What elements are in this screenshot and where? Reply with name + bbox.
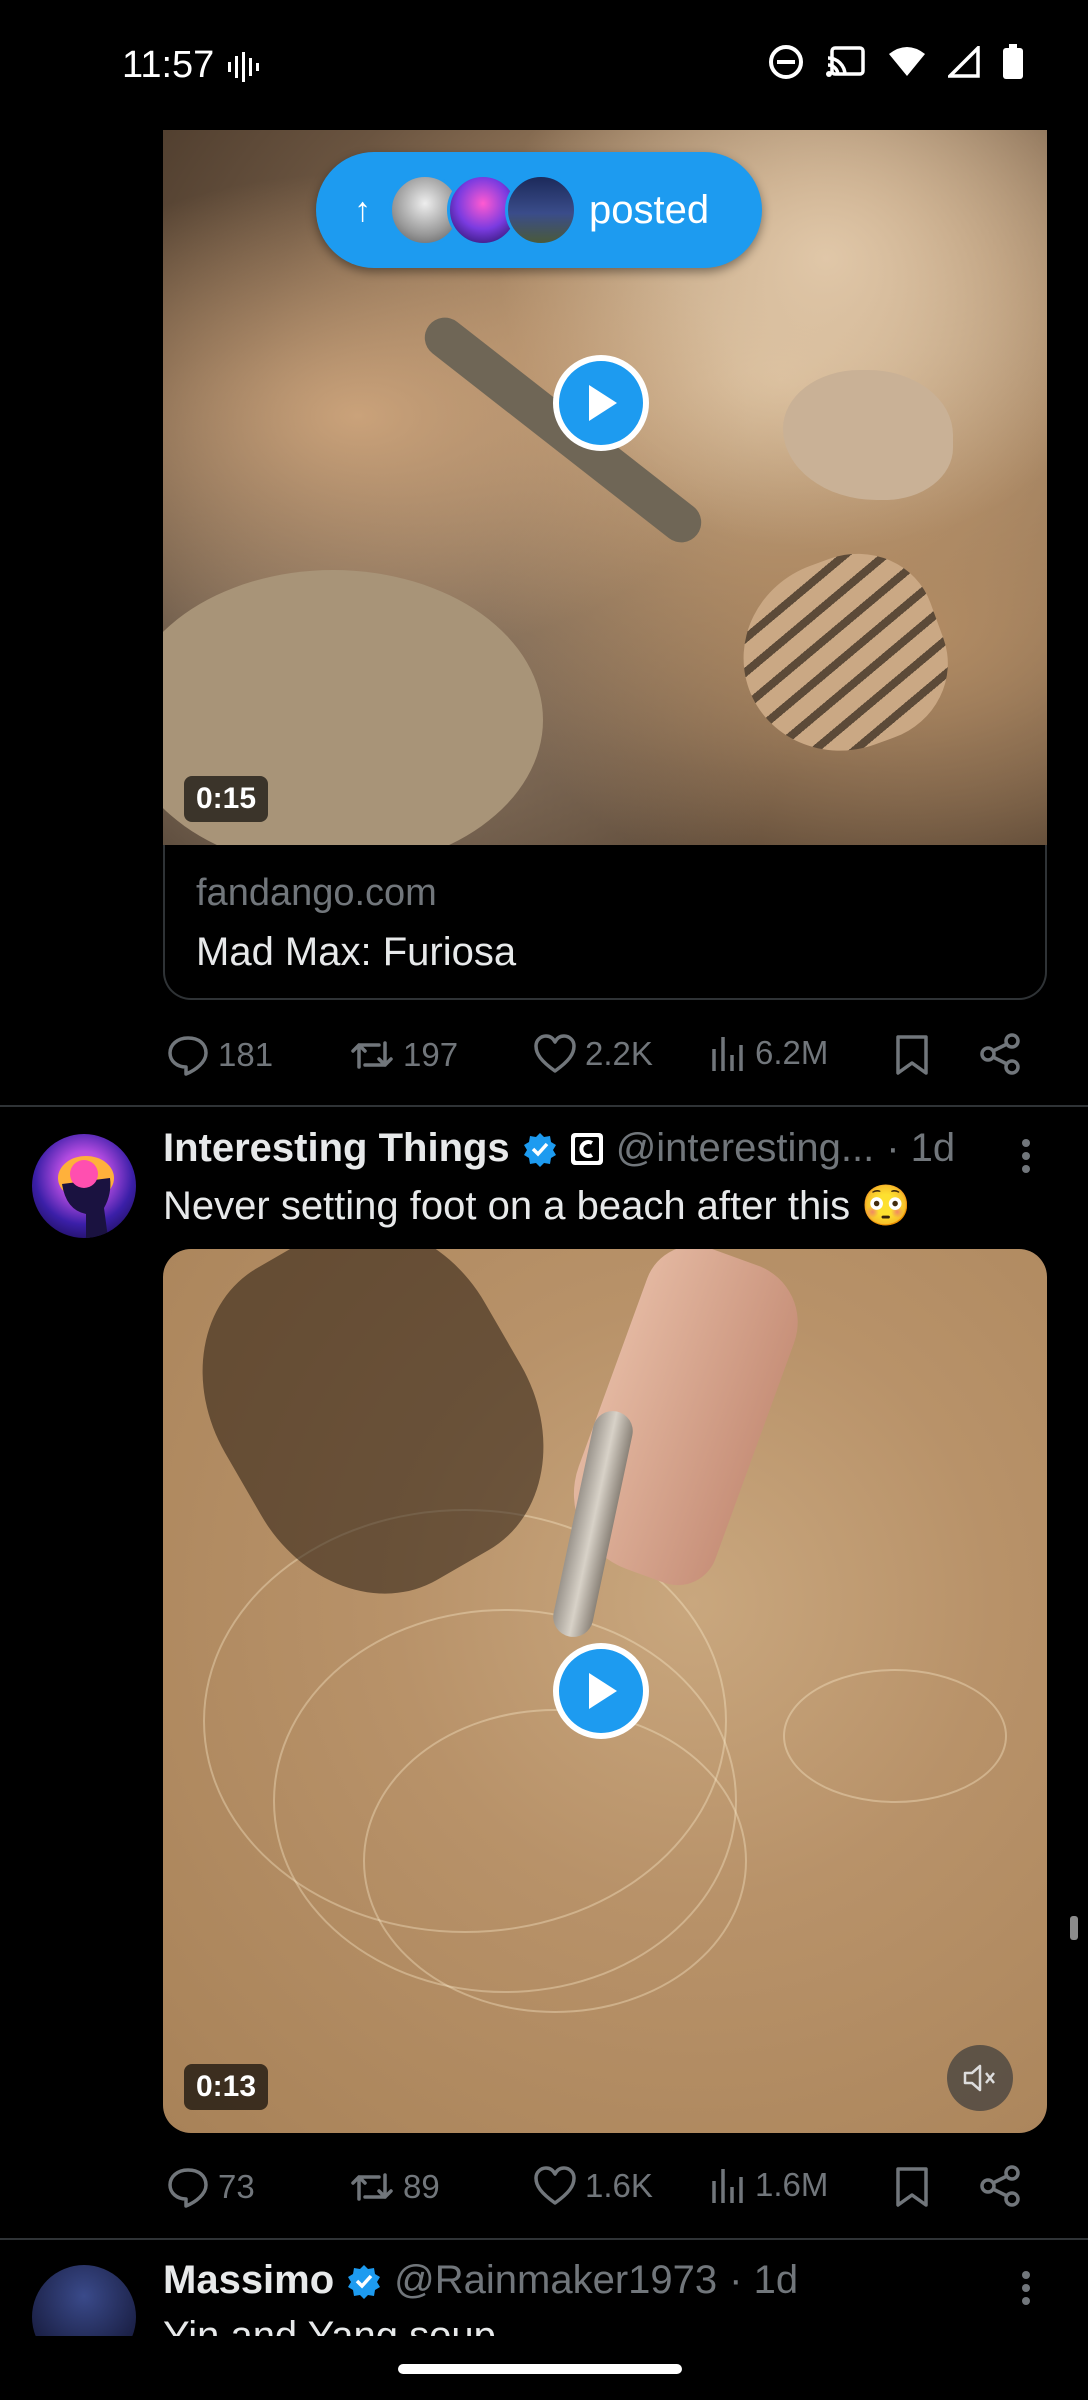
- play-button[interactable]: [553, 355, 649, 451]
- repost-icon: [351, 1041, 393, 1069]
- reply-button[interactable]: 181: [166, 1033, 273, 1077]
- divider: [0, 2238, 1088, 2240]
- analytics-icon: [712, 2169, 743, 2203]
- view-count: 6.2M: [755, 1034, 829, 1071]
- repost-button[interactable]: 89: [349, 2165, 440, 2209]
- heart-icon: [534, 2166, 576, 2205]
- author-handle[interactable]: @Rainmaker1973: [394, 2258, 717, 2303]
- scrollbar[interactable]: [1070, 1916, 1078, 1940]
- more-vertical-icon: [1022, 2271, 1030, 2305]
- voice-activity-icon: [226, 50, 262, 89]
- tweet-header: Interesting Things @interesting... · 1d: [163, 1126, 955, 1171]
- verified-badge-icon: [523, 1132, 556, 1167]
- status-bar: 11:57: [0, 0, 1088, 130]
- arrow-up-icon: ↑: [354, 190, 371, 229]
- share-button[interactable]: [980, 1033, 1022, 1080]
- battery-icon: [1002, 44, 1024, 80]
- card-domain: fandango.com: [196, 872, 437, 914]
- avatar: [505, 174, 577, 246]
- verified-badge-icon: [348, 2264, 381, 2299]
- analytics-icon: [712, 1037, 743, 1071]
- avatar-stack: [389, 174, 577, 246]
- tweet-header: Massimo @Rainmaker1973 · 1d: [163, 2258, 798, 2303]
- views-button[interactable]: 6.2M: [711, 1033, 828, 1073]
- wifi-icon: [888, 46, 926, 78]
- share-icon: [980, 2165, 1020, 2207]
- views-button[interactable]: 1.6M: [711, 2165, 828, 2205]
- heart-icon: [534, 1034, 576, 1073]
- author-handle[interactable]: @interesting...: [616, 1126, 875, 1171]
- share-icon: [980, 1033, 1020, 1075]
- like-count: 2.2K: [585, 1035, 653, 1072]
- tweet-time: · 1d: [729, 2258, 799, 2302]
- bookmark-button[interactable]: [894, 1033, 930, 1082]
- status-icons: [768, 44, 1024, 80]
- tweet-time: · 1d: [886, 1126, 956, 1170]
- more-vertical-icon: [1022, 1139, 1030, 1173]
- share-button[interactable]: [980, 2165, 1022, 2212]
- status-time: 11:57: [122, 44, 215, 86]
- repost-count: 197: [403, 1036, 459, 1073]
- do-not-disturb-icon: [768, 44, 804, 80]
- reply-icon: [168, 2168, 208, 2208]
- author-name[interactable]: Massimo: [163, 2258, 334, 2303]
- reply-count: 73: [218, 2168, 255, 2205]
- cell-signal-icon: [948, 46, 980, 78]
- play-button[interactable]: [553, 1643, 649, 1739]
- card-title[interactable]: Mad Max: Furiosa: [196, 930, 516, 975]
- repost-icon: [351, 2173, 393, 2201]
- affiliate-badge-icon: [570, 1132, 603, 1165]
- cast-icon: [826, 45, 866, 79]
- like-button[interactable]: 2.2K: [533, 1033, 653, 1075]
- gesture-handle[interactable]: [398, 2364, 682, 2374]
- new-posts-pill[interactable]: ↑ posted: [316, 152, 762, 268]
- like-count: 1.6K: [585, 2167, 653, 2204]
- more-options-button[interactable]: [1020, 2270, 1032, 2311]
- bookmark-icon: [896, 2167, 928, 2207]
- video-duration: 0:15: [184, 776, 269, 822]
- avatar[interactable]: [32, 1134, 136, 1238]
- speaker-muted-icon: [963, 2064, 995, 2092]
- mute-button[interactable]: [947, 2045, 1013, 2111]
- author-name[interactable]: Interesting Things: [163, 1126, 510, 1171]
- new-posts-label: posted: [589, 187, 710, 232]
- bookmark-icon: [896, 1035, 928, 1075]
- like-button[interactable]: 1.6K: [533, 2165, 653, 2207]
- repost-count: 89: [403, 2168, 440, 2205]
- reply-button[interactable]: 73: [166, 2165, 255, 2209]
- video-duration: 0:13: [184, 2064, 269, 2110]
- divider: [0, 1105, 1088, 1107]
- view-count: 1.6M: [755, 2166, 829, 2203]
- reply-icon: [168, 1036, 208, 1076]
- more-options-button[interactable]: [1020, 1138, 1032, 1179]
- repost-button[interactable]: 197: [349, 1033, 458, 1077]
- tweet-text: Never setting foot on a beach after this…: [163, 1184, 911, 1228]
- bookmark-button[interactable]: [894, 2165, 930, 2214]
- reply-count: 181: [218, 1036, 274, 1073]
